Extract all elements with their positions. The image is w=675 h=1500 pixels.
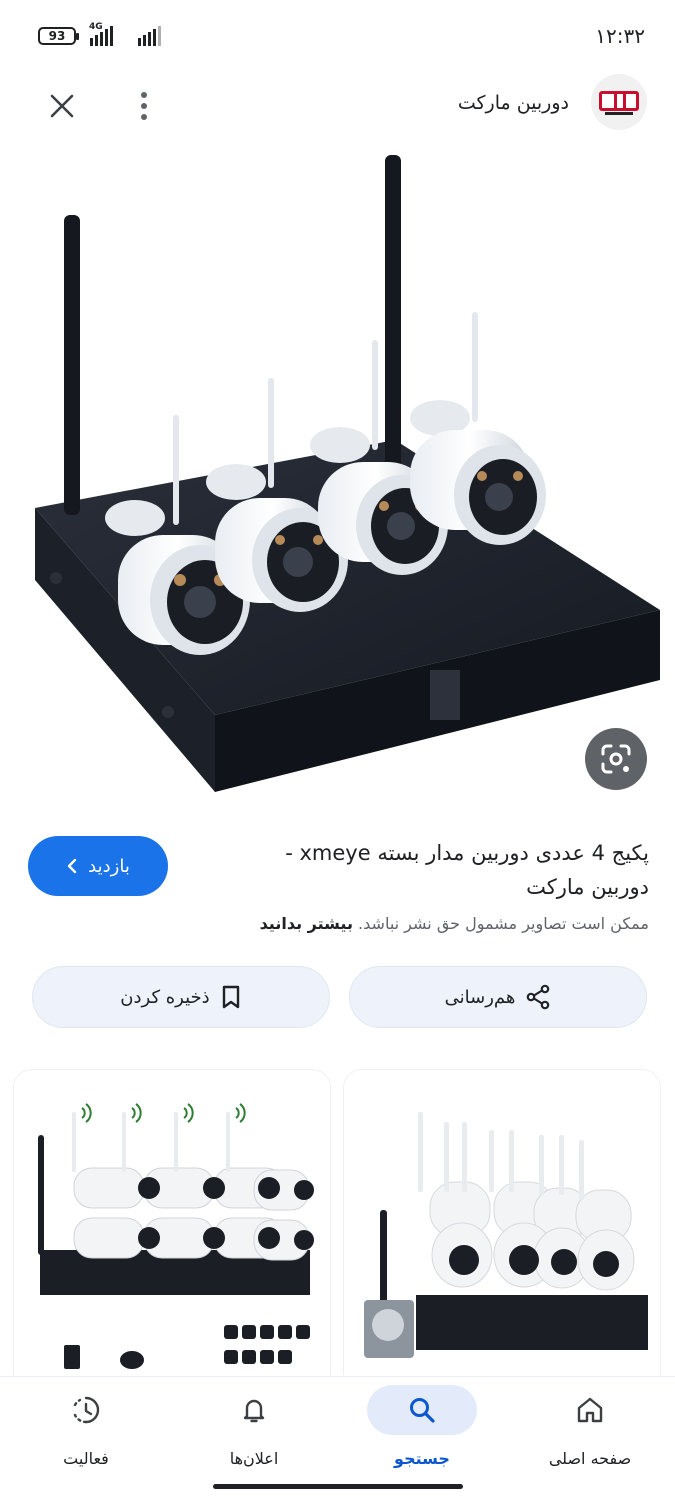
viewer-header: دوربین مارکت: [0, 70, 675, 136]
close-icon: [50, 94, 74, 118]
visit-button[interactable]: بازدید: [28, 836, 168, 896]
battery-indicator: 93: [38, 27, 79, 45]
chevron-left-icon: [67, 858, 77, 874]
nav-home-label: صفحه اصلی: [548, 1449, 632, 1468]
more-vert-icon: [141, 92, 147, 98]
google-lens-button[interactable]: [585, 728, 647, 790]
nav-home[interactable]: صفحه اصلی: [506, 1377, 674, 1487]
nav-search-label: جستجو: [394, 1449, 450, 1468]
bell-icon: [243, 1399, 265, 1423]
nav-activity[interactable]: فعالیت: [2, 1377, 170, 1487]
site-logo[interactable]: [591, 74, 647, 130]
site-name[interactable]: دوربین مارکت: [458, 92, 569, 114]
nav-search[interactable]: جستجو: [338, 1377, 506, 1487]
related-image-card[interactable]: [344, 1070, 660, 1390]
main-product-image[interactable]: [0, 140, 675, 820]
result-title[interactable]: پکیج 4 عددی دوربین مدار بسته xmeye - دور…: [229, 836, 649, 904]
search-icon: [410, 1398, 435, 1423]
visit-label: بازدید: [88, 855, 130, 877]
signal-strength-icon: [90, 26, 113, 46]
learn-more-link[interactable]: بیشتر بدانید: [260, 914, 353, 933]
related-ptz-kit-image: [344, 1070, 660, 1390]
bottom-navigation: صفحه اصلی جستجو اعلان‌ها ف: [0, 1376, 675, 1500]
home-indicator[interactable]: [213, 1484, 463, 1489]
nav-notifications[interactable]: اعلان‌ها: [170, 1377, 338, 1487]
activity-history-icon: [73, 1396, 100, 1424]
status-bar: 93 4G ۱۲:۳۲: [0, 0, 675, 70]
site-logo-icon: [599, 91, 639, 115]
lens-icon: [601, 744, 631, 774]
related-8cam-kit-image: [14, 1070, 330, 1390]
copyright-notice: ممکن است تصاویر مشمول حق نشر نباشد. بیشت…: [260, 914, 649, 933]
home-icon: [577, 1397, 603, 1423]
save-button[interactable]: ذخیره کردن: [32, 966, 330, 1028]
status-time: ۱۲:۳۲: [595, 24, 645, 48]
share-icon: [527, 984, 550, 1010]
save-label: ذخیره کردن: [120, 986, 210, 1008]
related-image-card[interactable]: [14, 1070, 330, 1390]
bookmark-icon: [222, 985, 239, 1009]
share-button[interactable]: هم‌رسانی: [349, 966, 647, 1028]
copyright-text: ممکن است تصاویر مشمول حق نشر نباشد.: [358, 914, 649, 933]
nav-notifications-label: اعلان‌ها: [229, 1449, 279, 1468]
close-button[interactable]: [40, 84, 84, 128]
signal-strength-icon-2: [138, 26, 161, 46]
share-label: هم‌رسانی: [444, 986, 516, 1008]
more-options-button[interactable]: [126, 84, 162, 128]
nvr-camera-kit-image: [35, 155, 660, 792]
nav-activity-label: فعالیت: [63, 1449, 109, 1468]
